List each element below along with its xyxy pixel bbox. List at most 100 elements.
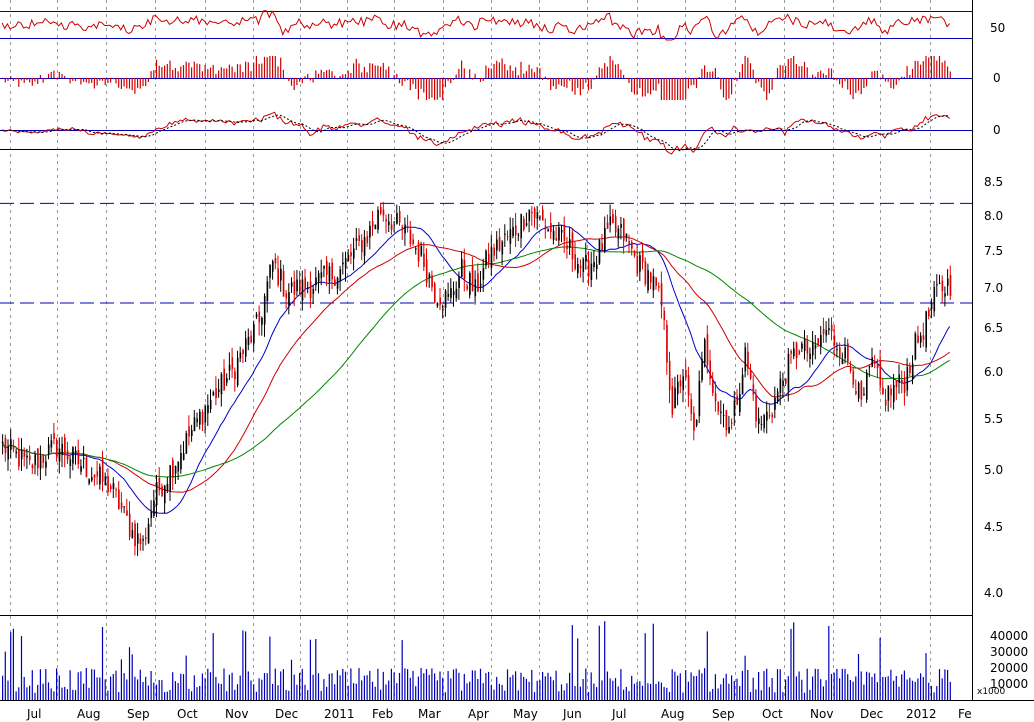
- candle-body: [606, 222, 609, 229]
- candle-body: [258, 311, 261, 323]
- histogram-bar: [447, 78, 449, 81]
- volume-bar: [496, 676, 498, 700]
- histogram-bar: [606, 66, 608, 78]
- volume-bar: [517, 690, 519, 700]
- volume-bar: [29, 685, 31, 700]
- candle-body: [99, 466, 101, 485]
- histogram-bar: [533, 72, 536, 78]
- candle-body: [382, 209, 385, 216]
- volume-bar: [207, 668, 209, 700]
- candle-body: [666, 324, 668, 363]
- volume-bar: [828, 626, 830, 700]
- candle-body: [922, 335, 925, 340]
- candle-body: [547, 229, 549, 232]
- histogram-bar: [245, 61, 247, 78]
- candle-body: [66, 450, 69, 460]
- volume-bar: [204, 678, 206, 700]
- histogram-bar: [844, 78, 846, 82]
- histogram-bar: [593, 78, 595, 80]
- histogram-bar: [860, 78, 862, 95]
- candle-body: [639, 255, 641, 272]
- candle-body: [806, 339, 809, 354]
- candle-body: [37, 448, 39, 468]
- volume-bar: [77, 672, 79, 700]
- candle-body: [288, 292, 290, 306]
- candle-body: [852, 370, 855, 385]
- volume-bar: [690, 672, 692, 700]
- volume-bar: [347, 685, 349, 700]
- volume-bar: [85, 668, 87, 700]
- candle-body: [371, 221, 374, 227]
- volume-bar: [458, 672, 460, 700]
- histogram-bar: [458, 68, 460, 78]
- histogram-bar: [544, 76, 546, 78]
- x-axis: Jul Aug Sep Oct Nov Dec 2011 Feb Mar Apr…: [0, 700, 1034, 721]
- volume-bar: [99, 677, 101, 700]
- price-panel: [0, 201, 972, 557]
- volume-bar: [490, 684, 492, 700]
- histogram-bar: [793, 56, 795, 78]
- volume-bar: [72, 689, 74, 700]
- candle-body: [228, 364, 231, 371]
- volume-bar: [2, 675, 4, 700]
- histogram-bar: [196, 63, 198, 78]
- histogram-bar: [663, 78, 665, 100]
- volume-bar: [709, 691, 711, 700]
- candle-body: [353, 248, 355, 259]
- histogram-bar: [587, 78, 590, 91]
- candle-body: [701, 359, 703, 381]
- volume-bar: [687, 681, 689, 700]
- candle-body: [474, 279, 477, 297]
- candle-body: [88, 479, 90, 484]
- moving-average-10: [1, 224, 951, 514]
- candle-body: [631, 242, 633, 249]
- candle-body: [801, 343, 803, 349]
- candle-body: [604, 228, 606, 252]
- histogram-bar: [134, 78, 136, 94]
- histogram-bar: [944, 60, 946, 78]
- volume-bar: [253, 684, 255, 700]
- candle-body: [328, 266, 331, 282]
- histogram-bar: [695, 78, 698, 88]
- histogram-bar: [652, 78, 654, 91]
- volume-bar: [93, 669, 95, 700]
- histogram-bar: [601, 68, 603, 78]
- histogram-bar: [558, 78, 560, 85]
- candle-body: [758, 418, 760, 424]
- candle-body: [528, 209, 531, 221]
- volume-bar: [922, 677, 924, 700]
- candle-body: [398, 211, 401, 223]
- histogram-bar: [293, 78, 295, 91]
- histogram-bar: [191, 67, 193, 78]
- candle-body: [677, 381, 679, 395]
- volume-bar: [331, 673, 333, 700]
- histogram-bar: [53, 70, 55, 78]
- price-tick-label: 4.0: [984, 586, 1003, 600]
- volume-bar: [593, 683, 595, 700]
- volume-bar: [137, 679, 139, 700]
- histogram-bar: [828, 68, 830, 78]
- histogram-bar: [37, 78, 39, 84]
- x-tick-label: 2012: [906, 707, 937, 721]
- histogram-bar: [420, 78, 422, 89]
- candle-body: [479, 283, 482, 287]
- volume-bar: [61, 687, 63, 700]
- histogram-bar: [236, 64, 239, 78]
- volume-bar: [658, 681, 660, 700]
- histogram-bar: [115, 78, 117, 84]
- histogram-bar: [366, 72, 368, 78]
- candle-body: [782, 380, 784, 386]
- histogram-bar: [164, 65, 166, 78]
- candle-body: [533, 208, 536, 219]
- histogram-bar: [461, 60, 463, 78]
- volume-bar: [299, 673, 301, 700]
- volume-bar: [401, 640, 403, 700]
- volume-bar: [274, 668, 276, 700]
- rsi-tick-label: 50: [990, 21, 1005, 35]
- histogram-bar: [803, 61, 806, 78]
- histogram-bar: [166, 64, 168, 78]
- candle-body: [625, 233, 628, 237]
- volume-bar: [482, 683, 484, 700]
- volume-bar: [147, 685, 149, 700]
- histogram-bar: [104, 78, 106, 86]
